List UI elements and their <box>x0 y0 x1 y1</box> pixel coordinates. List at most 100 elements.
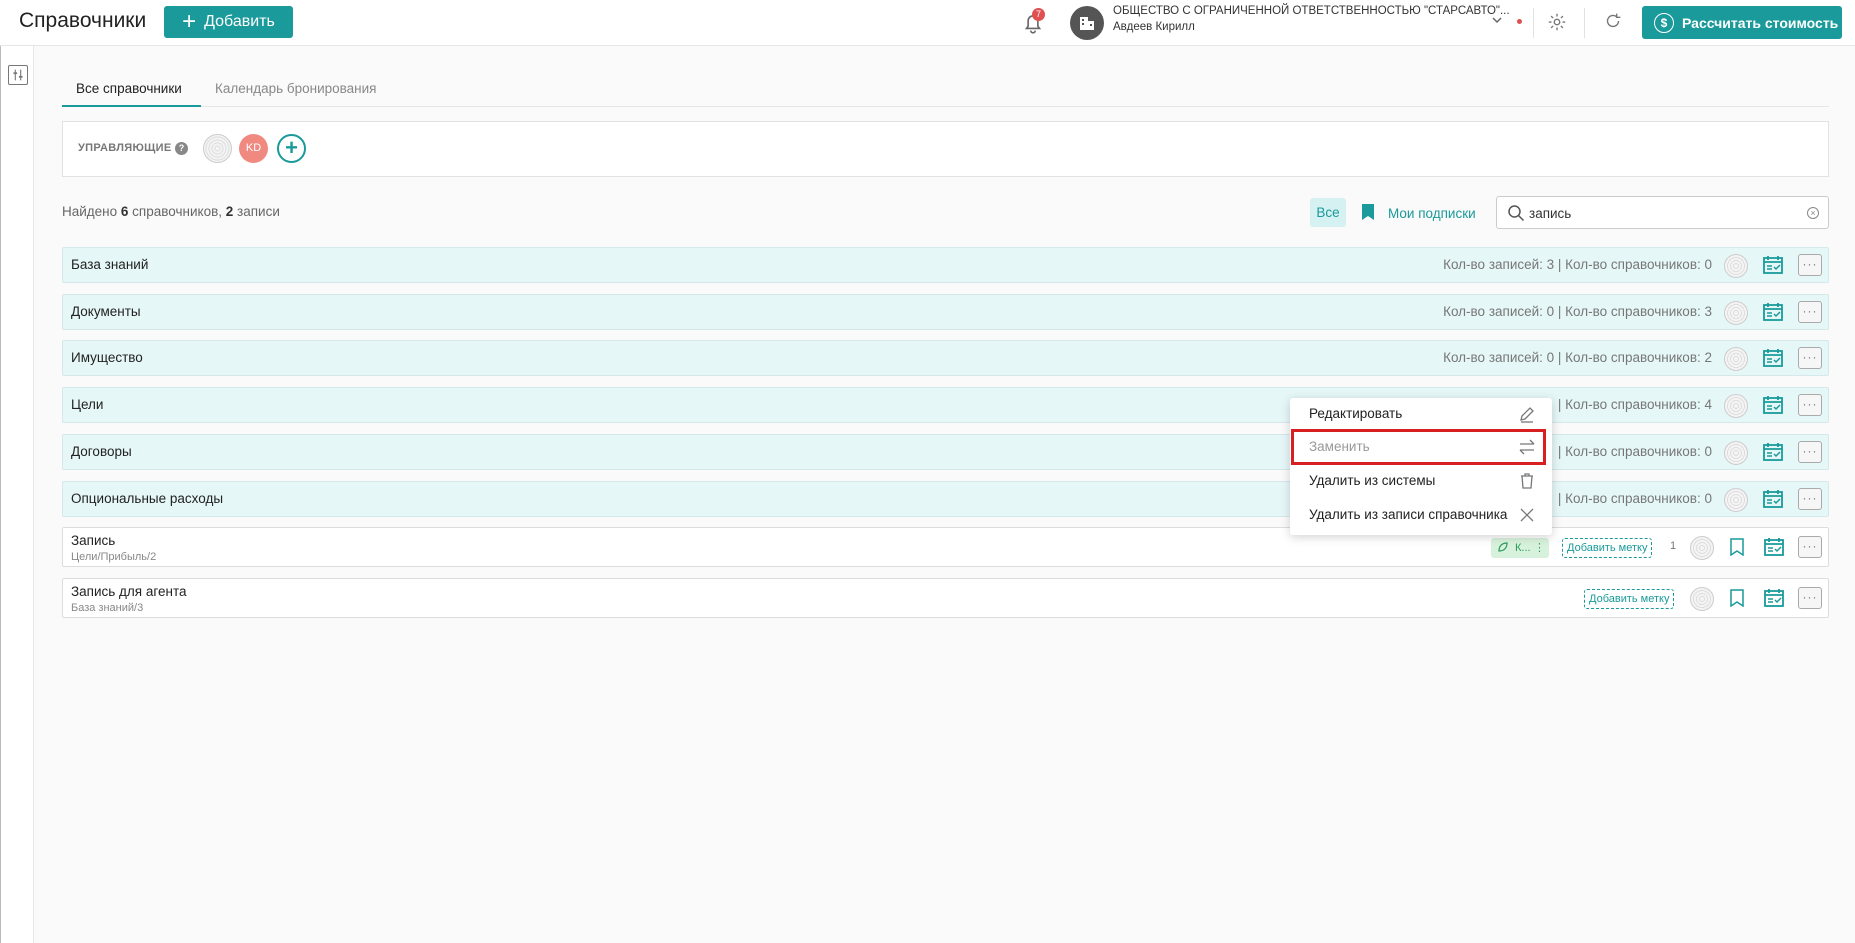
clear-search-icon[interactable]: × <box>1807 207 1819 219</box>
add-button[interactable]: + Добавить <box>164 6 293 38</box>
notification-badge: 7 <box>1032 8 1045 21</box>
tab-booking-calendar[interactable]: Календарь бронирования <box>215 81 377 96</box>
bookmark-outline-icon[interactable] <box>1729 589 1745 607</box>
directory-avatar[interactable] <box>1724 301 1748 325</box>
directory-name: База знаний <box>71 257 149 272</box>
manager-avatar[interactable] <box>203 134 232 163</box>
more-options-button[interactable]: ··· <box>1798 254 1822 276</box>
calendar-check-icon[interactable] <box>1762 347 1784 369</box>
found-summary: Найдено 6 справочников, 2 записи <box>62 204 280 219</box>
found-prefix: Найдено <box>62 204 121 219</box>
highlight-box <box>1291 429 1546 465</box>
tab-bar: Все справочники Календарь бронирования <box>62 74 1829 107</box>
search-input[interactable] <box>1529 201 1799 225</box>
refresh-icon[interactable] <box>1602 10 1624 32</box>
menu-item-edit[interactable]: Редактировать <box>1290 398 1552 430</box>
filter-settings-icon[interactable] <box>8 65 28 85</box>
status-dot <box>1517 19 1522 24</box>
calendar-check-icon[interactable] <box>1762 488 1784 510</box>
calendar-check-icon[interactable] <box>1763 536 1785 558</box>
directory-row[interactable]: Имущество Кол-во записей: 0 | Кол-во спра… <box>62 340 1829 376</box>
record-path: Цели/Прибыль/2 <box>71 551 157 563</box>
found-suffix: записи <box>233 204 280 219</box>
search-box[interactable]: × <box>1496 196 1829 229</box>
record-row[interactable]: Запись для агента База знаний/3 Добавить… <box>62 578 1829 618</box>
more-options-button[interactable]: ··· <box>1798 394 1822 416</box>
directory-avatar[interactable] <box>1724 254 1748 278</box>
directory-row[interactable]: Опциональные расходы | Кол-во справочнико… <box>62 481 1829 517</box>
directory-name: Договоры <box>71 444 132 459</box>
record-name: Запись для агента <box>71 584 187 599</box>
calendar-check-icon[interactable] <box>1762 394 1784 416</box>
add-button-label: Добавить <box>204 13 275 30</box>
menu-item-delete-system[interactable]: Удалить из системы <box>1290 465 1552 497</box>
record-row[interactable]: Запись Цели/Прибыль/2 К... ⋮ Добавить ме… <box>62 527 1829 567</box>
directory-counts: | Кол-во справочников: 4 <box>1557 397 1712 412</box>
directory-avatar[interactable] <box>1724 488 1748 512</box>
record-path: База знаний/3 <box>71 602 144 614</box>
record-count: 1 <box>1670 540 1677 552</box>
add-tag-button[interactable]: Добавить метку <box>1584 589 1675 609</box>
dollar-icon: $ <box>1654 12 1674 33</box>
search-icon <box>1508 205 1525 222</box>
add-manager-button[interactable]: + <box>277 134 306 163</box>
directory-row[interactable]: Цели | Кол-во справочников: 4 ··· <box>62 387 1829 423</box>
more-options-button[interactable]: ··· <box>1798 301 1822 323</box>
directory-avatar[interactable] <box>1724 347 1748 371</box>
left-rail <box>0 46 34 943</box>
menu-item-delete-from-record[interactable]: Удалить из записи справочника <box>1290 499 1552 531</box>
filter-all-chip[interactable]: Все <box>1310 198 1346 227</box>
user-name[interactable]: Авдеев Кирилл <box>1113 21 1195 33</box>
directory-row[interactable]: Договоры | Кол-во справочников: 0 ··· <box>62 434 1829 470</box>
directory-name: Цели <box>71 397 104 412</box>
chevron-down-icon[interactable] <box>1490 13 1504 27</box>
pencil-icon <box>1520 407 1534 423</box>
directory-counts: Кол-во записей: 0 | Кол-во справочников:… <box>1443 350 1712 365</box>
more-options-button[interactable]: ··· <box>1798 347 1822 369</box>
active-tab-indicator <box>62 105 201 107</box>
directory-avatar[interactable] <box>1724 441 1748 465</box>
directory-counts: | Кол-во справочников: 0 <box>1557 444 1712 459</box>
more-options-button[interactable]: ··· <box>1798 587 1822 609</box>
calendar-check-icon[interactable] <box>1762 301 1784 323</box>
my-subscriptions-filter[interactable]: Мои подписки <box>1388 206 1476 221</box>
page-title: Справочники <box>19 9 147 32</box>
calculate-cost-button[interactable]: $ Рассчитать стоимость <box>1642 6 1842 39</box>
gear-icon[interactable] <box>1546 11 1568 33</box>
directory-name: Опциональные расходы <box>71 491 224 506</box>
bookmark-outline-icon[interactable] <box>1729 538 1745 556</box>
leaf-icon <box>1498 542 1508 552</box>
help-icon[interactable]: ? <box>175 142 188 155</box>
more-options-button[interactable]: ··· <box>1798 488 1822 510</box>
trash-icon <box>1521 473 1533 489</box>
more-options-button[interactable]: ··· <box>1798 536 1822 558</box>
context-menu: Редактировать Заменить Удалить из систем… <box>1290 398 1552 535</box>
close-icon <box>1520 508 1534 522</box>
record-avatar[interactable] <box>1690 587 1714 611</box>
record-name: Запись <box>71 533 116 548</box>
record-avatar[interactable] <box>1690 536 1714 560</box>
divider <box>1533 8 1534 38</box>
menu-item-label: Редактировать <box>1309 406 1403 421</box>
tag-menu-icon[interactable]: ⋮ <box>1534 538 1545 558</box>
directory-counts: Кол-во записей: 0 | Кол-во справочников:… <box>1443 304 1712 319</box>
add-tag-button[interactable]: Добавить метку <box>1562 538 1653 558</box>
top-bar: Справочники + Добавить 7 ОБЩЕСТВО С ОГРА… <box>0 0 1855 46</box>
org-avatar[interactable] <box>1070 6 1104 40</box>
menu-item-label: Удалить из системы <box>1309 473 1436 488</box>
org-name[interactable]: ОБЩЕСТВО С ОГРАНИЧЕННОЙ ОТВЕТСТВЕННОСТЬЮ… <box>1113 5 1510 17</box>
directory-name: Документы <box>71 304 141 319</box>
calendar-check-icon[interactable] <box>1762 441 1784 463</box>
calendar-check-icon[interactable] <box>1763 587 1785 609</box>
directory-row[interactable]: База знаний Кол-во записей: 3 | Кол-во сп… <box>62 247 1829 283</box>
tab-all-directories[interactable]: Все справочники <box>76 81 182 96</box>
bookmark-icon[interactable] <box>1360 203 1376 221</box>
record-tag[interactable]: К... ⋮ <box>1491 538 1549 558</box>
manager-avatar-kd[interactable]: KD <box>239 134 268 163</box>
calendar-check-icon[interactable] <box>1762 254 1784 276</box>
directory-avatar[interactable] <box>1724 394 1748 418</box>
directory-row[interactable]: Документы Кол-во записей: 0 | Кол-во спра… <box>62 294 1829 330</box>
managers-panel: УПРАВЛЯЮЩИЕ ? KD + <box>62 121 1829 177</box>
record-tag-label: К... <box>1515 542 1531 554</box>
more-options-button[interactable]: ··· <box>1798 441 1822 463</box>
